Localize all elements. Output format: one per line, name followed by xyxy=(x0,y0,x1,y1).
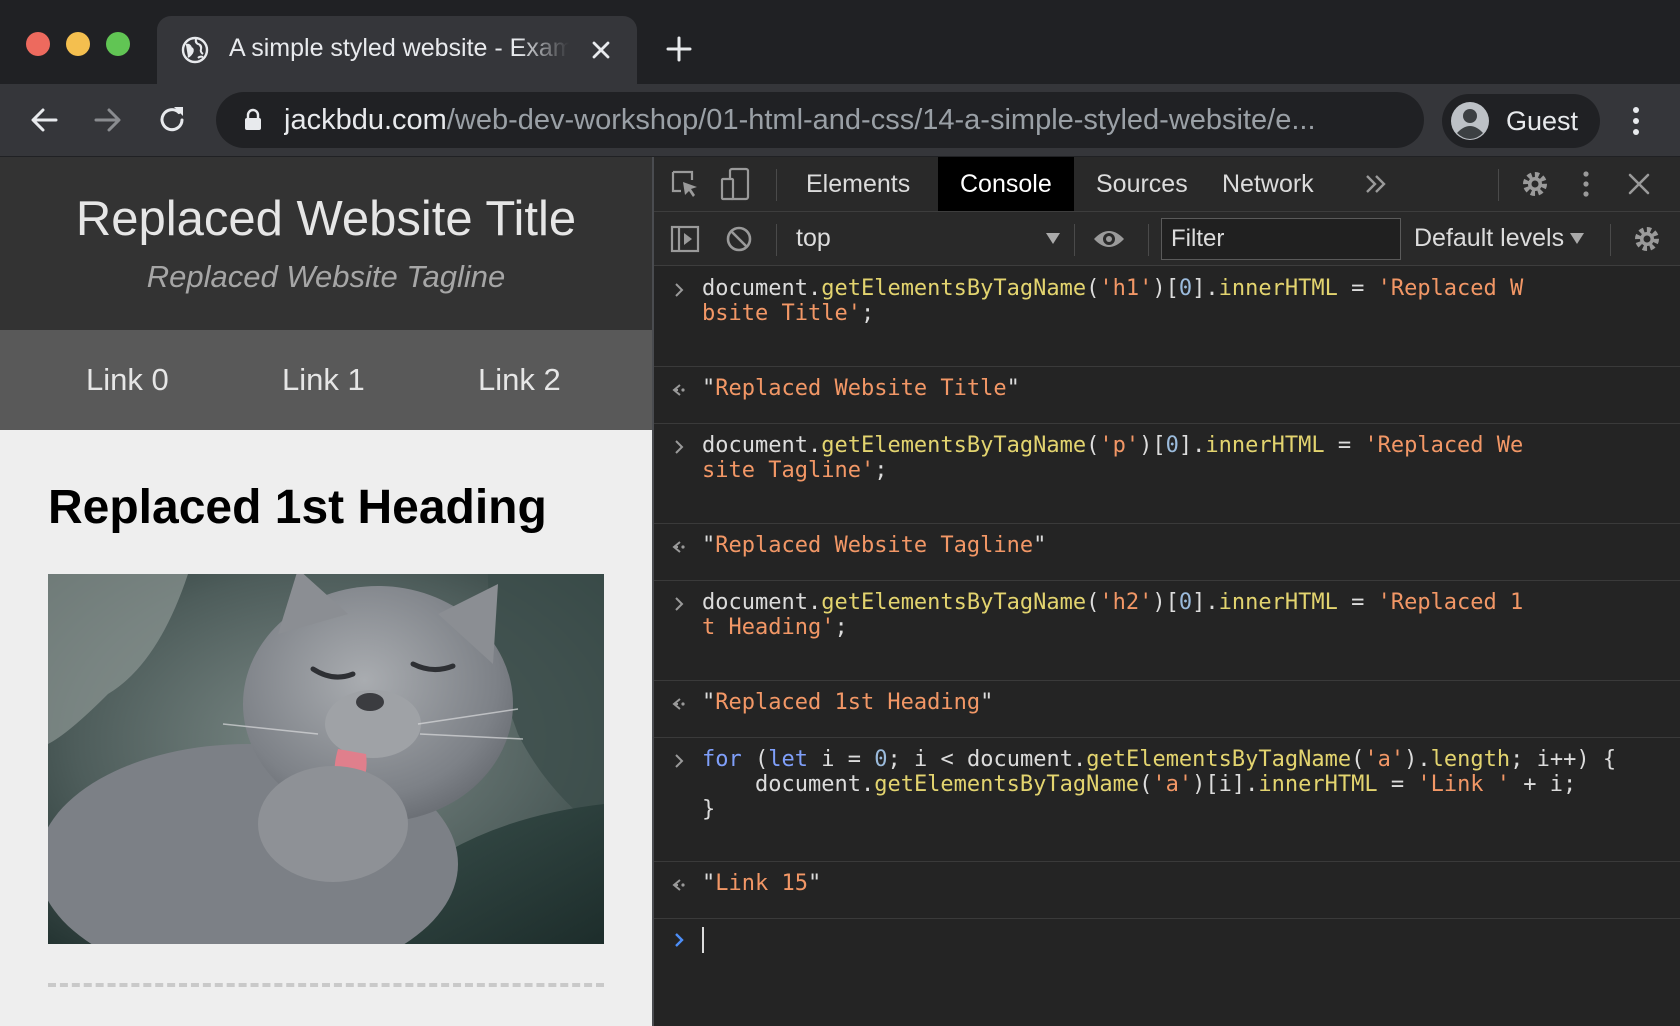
dropdown-arrow-icon xyxy=(1046,233,1060,244)
console-input-entry[interactable]: document.getElementsByTagName('h1')[0].i… xyxy=(654,267,1680,367)
console-result-text: "Replaced 1st Heading" xyxy=(702,690,994,715)
more-vert-icon[interactable] xyxy=(1622,104,1650,138)
back-icon[interactable] xyxy=(26,102,62,138)
forward-icon[interactable] xyxy=(90,102,126,138)
console-settings-gear-icon[interactable] xyxy=(1632,224,1662,254)
console-result-entry[interactable]: "Link 15" xyxy=(654,862,1680,919)
site-nav: Link 0 Link 1 Link 2 xyxy=(0,330,652,430)
tab-title: A simple styled website - Example xyxy=(229,34,569,62)
context-value: top xyxy=(796,224,831,252)
address-bar[interactable]: jackbdu.com/web-dev-workshop/01-html-and… xyxy=(216,92,1424,148)
more-vert-icon[interactable] xyxy=(1576,169,1596,199)
tab-strip: A simple styled website - Example xyxy=(0,0,1680,84)
close-window-button[interactable] xyxy=(26,32,50,56)
console-output: document.getElementsByTagName('h1')[0].i… xyxy=(654,267,1680,1026)
console-toolbar: top Default levels xyxy=(654,212,1680,266)
clear-console-icon[interactable] xyxy=(724,224,754,254)
lock-icon[interactable] xyxy=(242,108,264,132)
console-result-entry[interactable]: "Replaced Website Tagline" xyxy=(654,524,1680,581)
divider xyxy=(48,983,604,987)
new-tab-icon[interactable] xyxy=(664,34,694,64)
url-text[interactable]: jackbdu.com/web-dev-workshop/01-html-and… xyxy=(284,104,1404,137)
tab-elements[interactable]: Elements xyxy=(784,157,932,211)
console-result-text: "Link 15" xyxy=(702,871,822,896)
close-devtools-icon[interactable] xyxy=(1626,171,1652,197)
console-input-entry[interactable]: document.getElementsByTagName('p')[0].in… xyxy=(654,424,1680,524)
url-path: /web-dev-workshop/01-html-and-css/14-a-s… xyxy=(446,104,1316,136)
console-input-entry[interactable]: document.getElementsByTagName('h2')[0].i… xyxy=(654,581,1680,681)
text-cursor xyxy=(702,927,704,953)
nav-link-1[interactable]: Link 1 xyxy=(282,362,365,398)
console-input-entry[interactable]: for (let i = 0; i < document.getElements… xyxy=(654,738,1680,862)
prompt-chevron-icon xyxy=(675,933,684,947)
close-icon[interactable] xyxy=(589,38,613,62)
result-arrow-icon xyxy=(672,879,685,891)
filter-input[interactable] xyxy=(1161,218,1401,260)
gear-icon[interactable] xyxy=(1520,169,1550,199)
url-host: jackbdu.com xyxy=(284,104,447,136)
separator xyxy=(776,224,777,256)
eye-icon[interactable] xyxy=(1092,226,1126,252)
console-result-text: "Replaced Website Title" xyxy=(702,376,1020,401)
avatar-icon xyxy=(1451,102,1489,140)
chevron-right-icon xyxy=(675,283,684,297)
minimize-window-button[interactable] xyxy=(66,32,90,56)
console-prompt[interactable] xyxy=(654,919,1680,965)
separator xyxy=(1074,224,1075,256)
cat-image xyxy=(48,574,604,944)
tab-sources[interactable]: Sources xyxy=(1074,157,1210,211)
result-arrow-icon xyxy=(672,541,685,553)
console-result-entry[interactable]: "Replaced 1st Heading" xyxy=(654,681,1680,738)
sidebar-toggle-icon[interactable] xyxy=(670,224,700,254)
chevron-right-icon xyxy=(675,754,684,768)
devtools-panel: Elements Console Sources Network top Fil… xyxy=(654,157,1680,1026)
separator xyxy=(1610,224,1611,256)
tab-network[interactable]: Network xyxy=(1200,157,1336,211)
devtools-tab-bar: Elements Console Sources Network xyxy=(654,157,1680,212)
nav-link-0[interactable]: Link 0 xyxy=(86,362,169,398)
main-heading: Replaced 1st Heading xyxy=(48,481,547,534)
tab-console[interactable]: Console xyxy=(938,157,1074,211)
globe-icon xyxy=(181,36,209,64)
maximize-window-button[interactable] xyxy=(106,32,130,56)
result-arrow-icon xyxy=(672,698,685,710)
reload-icon[interactable] xyxy=(154,102,190,138)
browser-tab[interactable]: A simple styled website - Example xyxy=(157,16,637,84)
console-result-text: "Replaced Website Tagline" xyxy=(702,533,1047,558)
web-page: Replaced Website Title Replaced Website … xyxy=(0,157,652,1026)
site-title: Replaced Website Title xyxy=(75,192,577,246)
site-tagline: Replaced Website Tagline xyxy=(146,259,506,294)
profile-name: Guest xyxy=(1506,106,1579,136)
device-toolbar-icon[interactable] xyxy=(720,167,752,201)
inspect-element-icon[interactable] xyxy=(670,169,700,199)
chevron-right-icon xyxy=(675,440,684,454)
dropdown-arrow-icon xyxy=(1570,233,1584,244)
console-input-text: for (let i = 0; i < document.getElements… xyxy=(702,747,1617,822)
separator xyxy=(776,169,777,201)
separator xyxy=(1498,169,1499,201)
log-levels-dropdown[interactable]: Default levels xyxy=(1414,224,1564,253)
site-header: Replaced Website Title Replaced Website … xyxy=(0,157,652,330)
console-input-text: document.getElementsByTagName('h2')[0].i… xyxy=(702,590,1524,640)
console-input-text: document.getElementsByTagName('p')[0].in… xyxy=(702,433,1524,483)
chevron-double-right-icon[interactable] xyxy=(1364,173,1388,195)
separator xyxy=(1148,224,1149,256)
nav-link-2[interactable]: Link 2 xyxy=(478,362,561,398)
console-input-text: document.getElementsByTagName('h1')[0].i… xyxy=(702,276,1524,326)
console-result-entry[interactable]: "Replaced Website Title" xyxy=(654,367,1680,424)
result-arrow-icon xyxy=(672,384,685,396)
context-select[interactable]: top xyxy=(796,224,1066,256)
browser-toolbar: jackbdu.com/web-dev-workshop/01-html-and… xyxy=(0,84,1680,156)
profile-button[interactable]: Guest xyxy=(1442,94,1600,148)
chevron-right-icon xyxy=(675,597,684,611)
